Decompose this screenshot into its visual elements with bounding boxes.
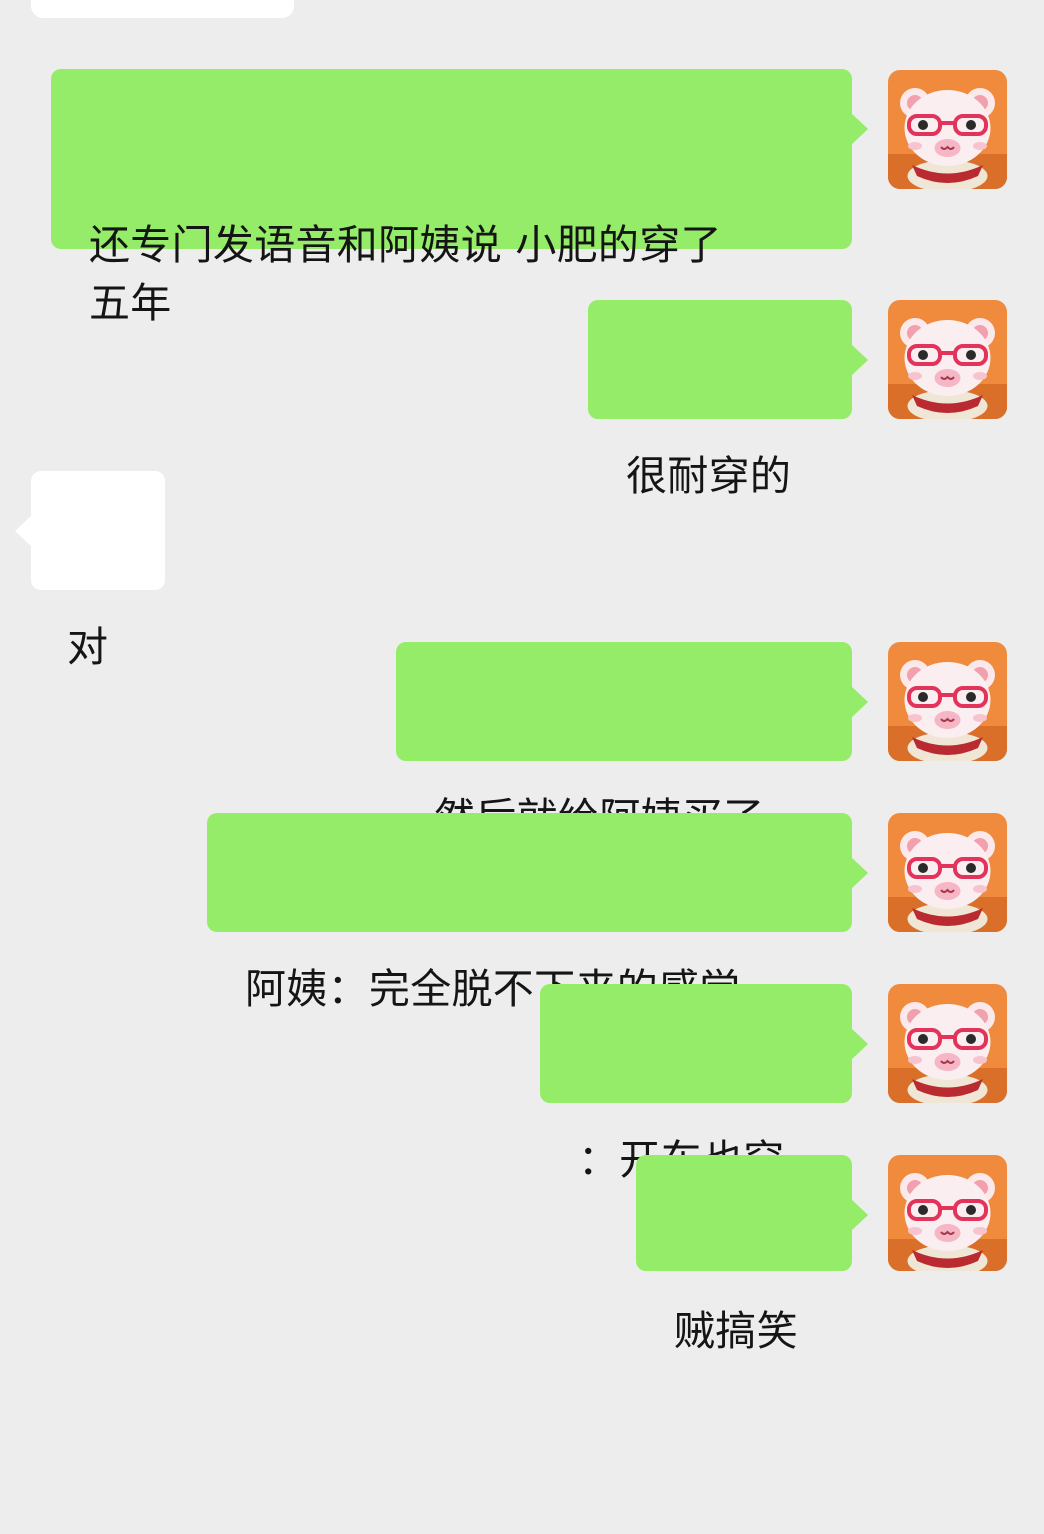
incoming-message-bubble[interactable]: 对 <box>15 471 165 671</box>
bear-with-glasses-avatar-icon[interactable] <box>888 70 1007 189</box>
bubble-tail <box>851 344 868 376</box>
message-text: 贼搞笑 <box>674 1307 798 1355</box>
bear-with-glasses-avatar-icon[interactable] <box>888 300 1007 419</box>
bubble-tail <box>851 686 868 718</box>
outgoing-message-bubble[interactable]: ：开车也穿 <box>540 984 868 1184</box>
bear-avatar-icon <box>888 1155 1007 1271</box>
message-text: 很耐穿的 <box>626 452 792 500</box>
bear-avatar-icon <box>888 984 1007 1103</box>
bear-avatar-icon <box>888 642 1007 761</box>
outgoing-message-bubble[interactable]: 贼搞笑 <box>636 1155 868 1355</box>
outgoing-message-bubble[interactable]: 很耐穿的 <box>588 300 868 500</box>
bubble-tail <box>851 1199 868 1231</box>
outgoing-message-bubble[interactable]: 阿姨：完全脱不下来的感觉 <box>207 813 868 1013</box>
bear-with-glasses-avatar-icon[interactable] <box>888 813 1007 932</box>
incoming-message-bubble-partial[interactable] <box>31 0 294 18</box>
bubble-tail <box>851 1028 868 1060</box>
bear-avatar-icon <box>888 70 1007 189</box>
bear-with-glasses-avatar-icon[interactable] <box>888 1155 1007 1271</box>
outgoing-message-bubble[interactable]: 还专门发语音和阿姨说 小肥的穿了 五年 <box>51 69 868 327</box>
bubble-tail <box>851 857 868 889</box>
message-text: 对 <box>67 623 109 671</box>
bear-with-glasses-avatar-icon[interactable] <box>888 984 1007 1103</box>
bear-avatar-icon <box>888 813 1007 932</box>
chat-message-list[interactable]: 还专门发语音和阿姨说 小肥的穿了 五年 很耐穿的 对 阿姨：完全脱不下来的感觉 … <box>0 0 1044 1355</box>
bear-with-glasses-avatar-icon[interactable] <box>888 642 1007 761</box>
bubble-tail <box>15 515 32 547</box>
bear-avatar-icon <box>888 300 1007 419</box>
bubble-tail <box>851 113 868 145</box>
outgoing-message-bubble[interactable]: 然后就给阿姨买了 <box>396 642 868 842</box>
